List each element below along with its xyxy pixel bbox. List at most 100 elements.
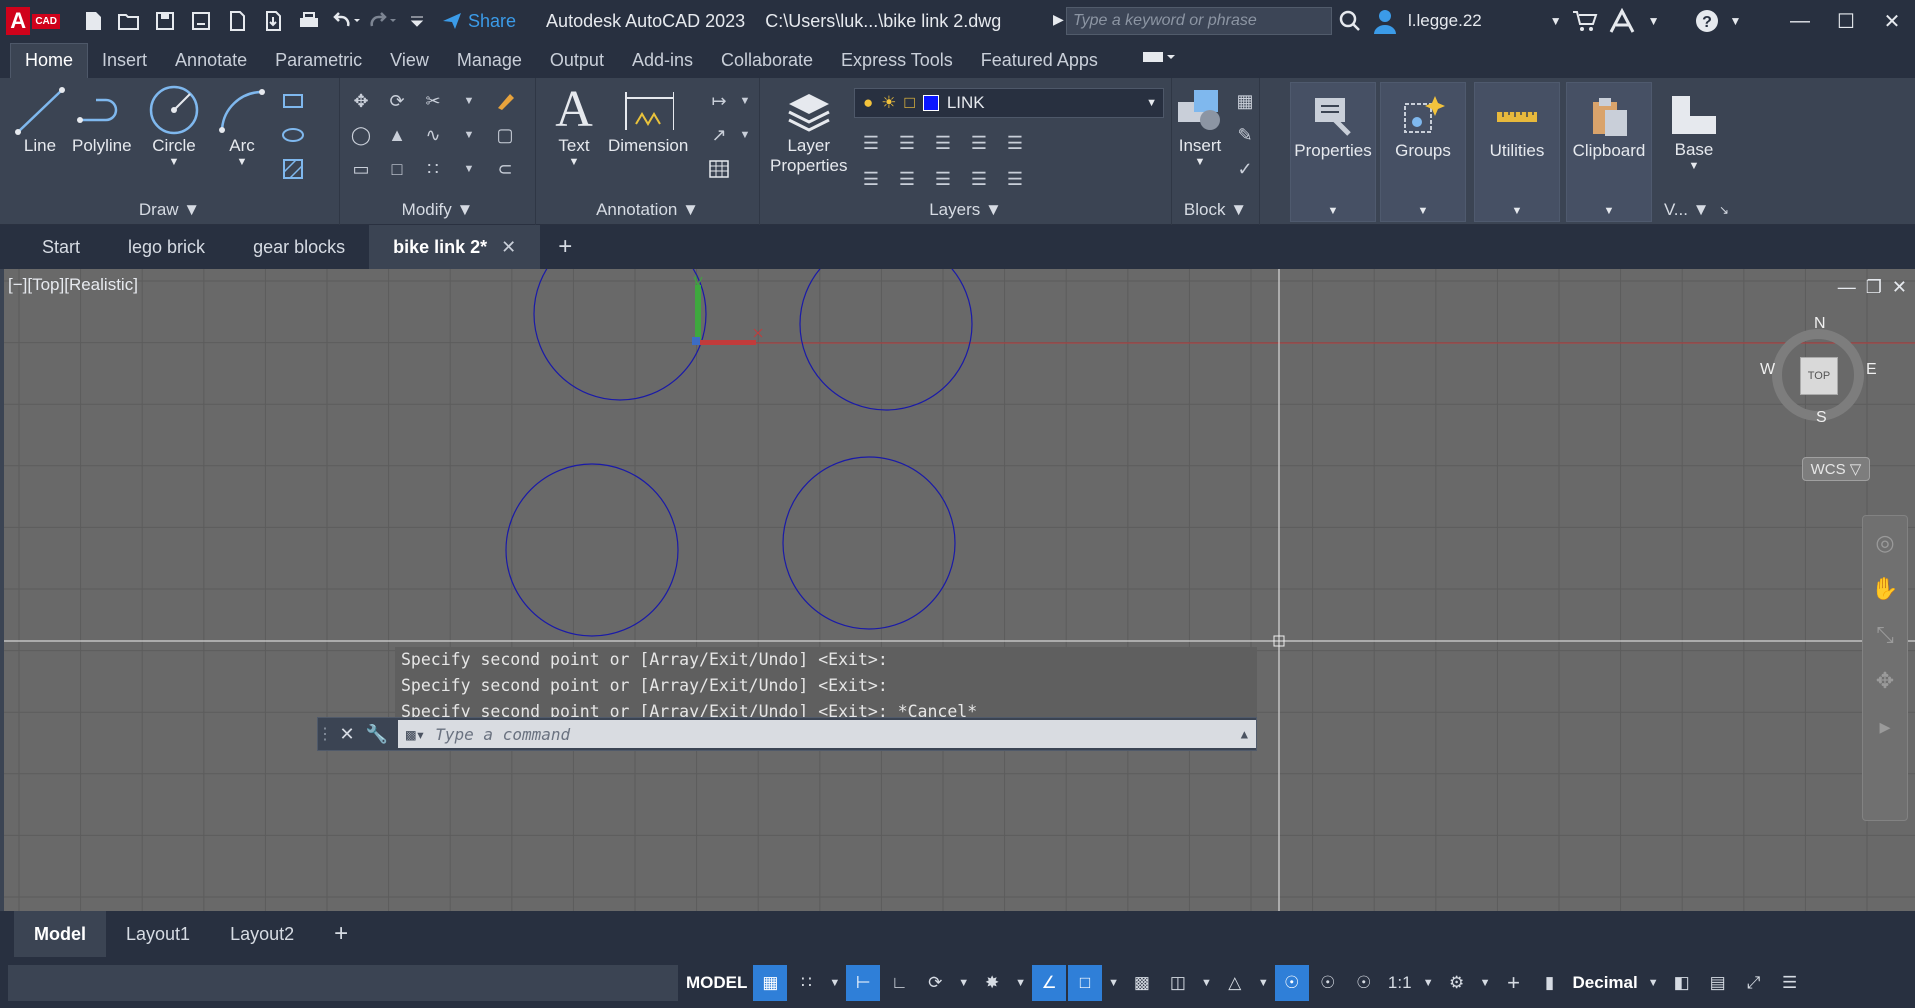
search-icon[interactable] xyxy=(1338,9,1362,33)
autodesk-a360-icon[interactable] xyxy=(1608,8,1638,34)
insert-block-button[interactable]: Insert ▼ xyxy=(1174,84,1226,170)
trim-icon[interactable]: ✂ xyxy=(418,86,448,116)
edit-block-icon[interactable]: ✎ xyxy=(1230,120,1260,150)
leader-icon[interactable]: ↗ xyxy=(704,120,734,150)
edit-attributes-icon[interactable]: ✓ xyxy=(1230,154,1260,184)
units-icon[interactable]: ▮ xyxy=(1533,965,1567,1001)
graphics-performance-icon[interactable]: ▤ xyxy=(1701,965,1735,1001)
snap-mode-icon[interactable]: ∷ xyxy=(789,965,823,1001)
rotate-icon[interactable]: ⟳ xyxy=(382,86,412,116)
minimize-window-icon[interactable]: — xyxy=(1777,0,1823,42)
erase-icon[interactable] xyxy=(490,86,520,116)
isometric-drafting-icon[interactable]: ✸ xyxy=(975,965,1009,1001)
polar-dropdown-icon[interactable]: ▼ xyxy=(954,965,973,1001)
command-line-grip-icon[interactable]: ⋮ xyxy=(317,718,333,750)
text-button[interactable]: A Text ▼ xyxy=(548,81,600,170)
close-window-icon[interactable]: ✕ xyxy=(1869,0,1915,42)
layer-properties-button[interactable]: Layer Properties xyxy=(770,84,847,177)
save-as-icon[interactable] xyxy=(184,5,218,37)
match-layer-icon[interactable]: ☰ xyxy=(1000,164,1030,194)
layer-isolate-icon[interactable]: ☰ xyxy=(892,128,922,158)
fillet-dropdown-icon[interactable]: ▼ xyxy=(454,120,484,150)
viewport-restore-icon[interactable]: ❐ xyxy=(1866,277,1882,298)
file-tab-start[interactable]: Start xyxy=(18,225,104,269)
compass-south-label[interactable]: S xyxy=(1816,409,1827,427)
view-panel-title[interactable]: V... ▼ ↘ xyxy=(1656,197,1736,223)
3d-osnap-icon[interactable]: △ xyxy=(1218,965,1252,1001)
object-snap-tracking-icon[interactable]: ∠ xyxy=(1032,965,1067,1001)
object-snap-icon[interactable]: □ xyxy=(1068,965,1103,1001)
compass-east-label[interactable]: E xyxy=(1866,361,1877,379)
groups-panel-button[interactable]: Groups ▼ xyxy=(1380,82,1466,222)
tab-home[interactable]: Home xyxy=(10,43,89,78)
array-dropdown-icon[interactable]: ▼ xyxy=(454,154,484,184)
steering-wheel-icon[interactable]: ◎ xyxy=(1875,530,1894,556)
drawing-circle[interactable] xyxy=(505,463,679,637)
drawing-viewport[interactable]: [−][Top][Realistic] — ❐ ✕ N S E W TOP WC… xyxy=(4,269,1915,911)
utilities-panel-button[interactable]: Utilities ▼ xyxy=(1474,82,1560,222)
layer-lock-icon[interactable]: ☰ xyxy=(964,128,994,158)
copy-icon[interactable]: ◯ xyxy=(346,120,376,150)
new-tab-button[interactable]: + xyxy=(540,233,590,261)
maximize-window-icon[interactable]: ☐ xyxy=(1823,0,1869,42)
leader-dropdown-icon[interactable]: ▼ xyxy=(738,120,752,150)
compass-north-label[interactable]: N xyxy=(1814,315,1826,333)
scale-icon[interactable]: □ xyxy=(382,154,412,184)
share-button[interactable]: Share xyxy=(442,11,516,32)
tab-annotate[interactable]: Annotate xyxy=(161,44,261,78)
insert-dropdown-icon[interactable]: ▼ xyxy=(1195,156,1206,169)
wcs-menu[interactable]: WCS ▽ xyxy=(1802,457,1870,481)
annotation-panel-title[interactable]: Annotation ▼ xyxy=(536,197,759,223)
user-icon[interactable] xyxy=(1372,8,1398,34)
explode-icon[interactable]: ▢ xyxy=(490,120,520,150)
polyline-button[interactable]: Polyline xyxy=(72,84,132,156)
scale-dropdown-icon[interactable]: ▼ xyxy=(1419,965,1438,1001)
units-dropdown-icon[interactable]: ▼ xyxy=(1644,965,1663,1001)
layer-unisolate-icon[interactable]: ☰ xyxy=(892,164,922,194)
recent-commands-icon[interactable]: ▩▾ xyxy=(406,725,425,744)
offset-icon[interactable]: ⊂ xyxy=(490,154,520,184)
drawing-circle[interactable] xyxy=(533,269,707,401)
tab-collaborate[interactable]: Collaborate xyxy=(707,44,827,78)
compass-west-label[interactable]: W xyxy=(1760,361,1775,379)
rectangle-icon[interactable] xyxy=(278,86,308,116)
trim-dropdown-icon[interactable]: ▼ xyxy=(454,86,484,116)
clean-screen-icon[interactable]: ⤢ xyxy=(1737,965,1771,1001)
annotation-monitor-icon[interactable]: + xyxy=(1497,965,1531,1001)
fillet-icon[interactable]: ∿ xyxy=(418,120,448,150)
layer-freeze-icon[interactable]: ☰ xyxy=(928,128,958,158)
drawing-circle[interactable] xyxy=(799,269,973,411)
layers-panel-title[interactable]: Layers ▼ xyxy=(760,197,1171,223)
tab-express-tools[interactable]: Express Tools xyxy=(827,44,967,78)
polar-tracking-icon[interactable]: ⟳ xyxy=(918,965,952,1001)
undo-icon[interactable] xyxy=(328,5,362,37)
layer-off-icon[interactable]: ☰ xyxy=(856,128,886,158)
search-expand-arrow-icon[interactable]: ▶ xyxy=(1053,11,1064,28)
cart-icon[interactable] xyxy=(1572,9,1598,33)
file-tab-lego-brick[interactable]: lego brick xyxy=(104,225,229,269)
clipboard-panel-button[interactable]: Clipboard ▼ xyxy=(1566,82,1652,222)
move-icon[interactable]: ✥ xyxy=(346,86,376,116)
auto-scale-icon[interactable]: ☉ xyxy=(1311,965,1345,1001)
layer-on-icon[interactable]: ☰ xyxy=(856,164,886,194)
layer-dropdown[interactable]: ● ☀ □ LINK ▼ xyxy=(854,88,1164,118)
workspace-gear-icon[interactable]: ⚙ xyxy=(1440,965,1474,1001)
save-web-icon[interactable] xyxy=(256,5,290,37)
help-icon[interactable]: ? xyxy=(1694,8,1720,34)
block-panel-title[interactable]: Block ▼ xyxy=(1172,197,1259,223)
ellipse-icon[interactable] xyxy=(278,120,308,150)
zoom-extents-icon[interactable]: ⤡ xyxy=(1876,622,1894,648)
command-input[interactable]: ▩▾ Type a command ▲ xyxy=(398,720,1256,748)
ortho-mode-icon[interactable]: ∟ xyxy=(882,965,916,1001)
array-icon[interactable]: ∷ xyxy=(418,154,448,184)
linear-dropdown-icon[interactable]: ▼ xyxy=(738,86,752,116)
redo-icon[interactable] xyxy=(364,5,398,37)
tab-view[interactable]: View xyxy=(376,44,443,78)
viewport-minimize-icon[interactable]: — xyxy=(1838,277,1856,298)
transparency-icon[interactable]: ▩ xyxy=(1125,965,1159,1001)
viewcube[interactable]: N S E W TOP xyxy=(1760,315,1880,435)
search-input[interactable]: Type a keyword or phrase xyxy=(1066,7,1332,35)
ribbon-display-toggle-icon[interactable] xyxy=(1142,48,1176,78)
selection-dropdown-icon[interactable]: ▼ xyxy=(1197,965,1216,1001)
application-menu-button[interactable]: A CAD xyxy=(0,0,60,42)
